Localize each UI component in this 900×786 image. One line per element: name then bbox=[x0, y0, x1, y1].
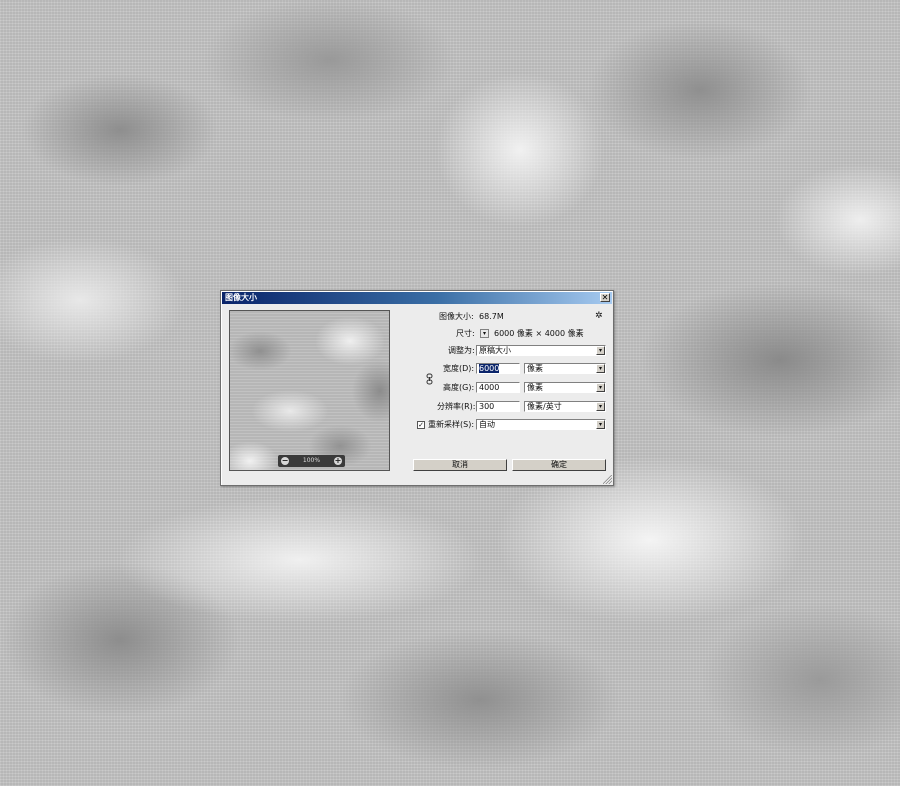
check-icon: ✓ bbox=[418, 421, 424, 429]
resolution-value: 300 bbox=[479, 402, 495, 411]
width-unit-value: 像素 bbox=[527, 364, 543, 373]
fit-to-select[interactable]: 原稿大小 ▾ bbox=[476, 345, 606, 356]
chevron-down-icon: ▾ bbox=[596, 346, 605, 355]
resolution-label: 分辨率(R): bbox=[437, 402, 476, 411]
width-value: 6000 bbox=[479, 364, 500, 373]
width-label: 宽度(D): bbox=[443, 364, 475, 373]
height-input[interactable]: 4000 bbox=[476, 382, 520, 393]
width-input[interactable]: 6000 bbox=[476, 363, 520, 374]
fit-to-label: 调整为: bbox=[448, 346, 475, 355]
ok-button[interactable]: 确定 bbox=[512, 459, 606, 471]
close-button[interactable]: ✕ bbox=[600, 293, 610, 302]
resolution-input[interactable]: 300 bbox=[476, 401, 520, 412]
image-size-dialog: 图像大小 ✕ − 100% + 图像大小: 68.7M ✲ 尺寸: ▾ 6000… bbox=[220, 290, 614, 486]
resolution-unit-value: 像素/英寸 bbox=[527, 402, 562, 411]
fit-to-value: 原稿大小 bbox=[479, 346, 511, 355]
gear-icon[interactable]: ✲ bbox=[595, 311, 603, 321]
chevron-down-icon: ▾ bbox=[596, 383, 605, 392]
height-unit-select[interactable]: 像素 ▾ bbox=[524, 382, 606, 393]
cancel-button[interactable]: 取消 bbox=[413, 459, 507, 471]
zoom-control: − 100% + bbox=[278, 455, 345, 467]
plus-icon: + bbox=[334, 456, 342, 465]
image-size-value: 68.7M bbox=[479, 312, 504, 321]
height-label: 高度(G): bbox=[443, 383, 475, 392]
chevron-down-icon: ▾ bbox=[596, 420, 605, 429]
resample-label: 重新采样(S): bbox=[428, 420, 475, 429]
width-unit-select[interactable]: 像素 ▾ bbox=[524, 363, 606, 374]
height-value: 4000 bbox=[479, 383, 500, 392]
link-icon[interactable] bbox=[426, 373, 433, 385]
zoom-in-button[interactable]: + bbox=[334, 457, 342, 465]
chevron-down-icon: ▾ bbox=[482, 330, 486, 337]
dialog-title: 图像大小 bbox=[225, 293, 257, 302]
resample-checkbox[interactable]: ✓ bbox=[417, 421, 425, 429]
resample-select[interactable]: 自动 ▾ bbox=[476, 419, 606, 430]
chevron-down-icon: ▾ bbox=[596, 402, 605, 411]
resample-value: 自动 bbox=[479, 420, 495, 429]
image-preview[interactable]: − 100% + bbox=[229, 310, 390, 471]
resolution-unit-select[interactable]: 像素/英寸 ▾ bbox=[524, 401, 606, 412]
chevron-down-icon: ▾ bbox=[596, 364, 605, 373]
resize-grip[interactable] bbox=[603, 475, 612, 484]
image-size-label: 图像大小: bbox=[439, 312, 474, 321]
dimension-value: 6000 像素 × 4000 像素 bbox=[494, 329, 584, 338]
height-unit-value: 像素 bbox=[527, 383, 543, 392]
dimension-unit-dropdown[interactable]: ▾ bbox=[480, 329, 489, 338]
dialog-titlebar[interactable]: 图像大小 ✕ bbox=[222, 292, 612, 304]
close-icon: ✕ bbox=[601, 293, 609, 302]
dimension-label: 尺寸: bbox=[456, 329, 475, 338]
